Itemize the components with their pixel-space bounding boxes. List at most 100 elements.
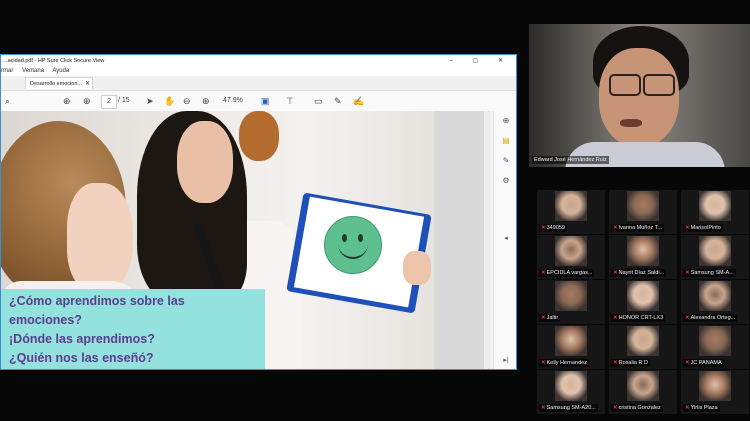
participant-name: ✕HONOR CRT-LX3 xyxy=(611,314,666,322)
participant-tile[interactable]: ✕EPCIDLA vargas... xyxy=(537,235,605,279)
collapse-pane-icon[interactable]: ◂ xyxy=(500,233,512,245)
mic-muted-icon: ✕ xyxy=(613,315,618,321)
participant-tile[interactable]: ✕Jaltir xyxy=(537,280,605,324)
zoom-level[interactable]: 47.9% xyxy=(223,95,243,107)
highlight-tool-icon[interactable]: ✎ xyxy=(500,155,512,167)
mic-muted-icon: ✕ xyxy=(685,270,690,276)
mic-muted-icon: ✕ xyxy=(541,225,546,231)
stamp-icon[interactable]: ⊤ xyxy=(286,95,294,107)
participant-name-text: Samsung SM-A... xyxy=(690,270,734,276)
mic-muted-icon: ✕ xyxy=(685,225,690,231)
girl-face xyxy=(67,183,133,293)
participant-name: ✕EPCIDLA vargas... xyxy=(539,269,595,277)
participant-name: ✕Nayrit Díaz Saldi... xyxy=(611,269,667,277)
settings-tool-icon[interactable]: ⚙ xyxy=(500,175,512,187)
participant-name-text: Keily Hernandez xyxy=(546,360,587,366)
pen-icon[interactable]: ✎ xyxy=(334,95,342,107)
participant-name: ✕Yirlis Plaza xyxy=(683,404,720,412)
participant-video xyxy=(555,326,587,356)
speaker-name: Edward José Hernández Ruiz xyxy=(532,156,609,164)
comment-icon[interactable]: ▭ xyxy=(314,95,323,107)
page-number-input[interactable]: 2 xyxy=(101,95,117,109)
participant-name-text: 349059 xyxy=(546,225,565,231)
window-controls[interactable]: – ▢ ✕ xyxy=(450,55,512,67)
participant-name: ✕349059 xyxy=(539,224,567,232)
question-box: ¿Cómo aprendimos sobre las emociones? ¡D… xyxy=(1,289,265,369)
participant-name-text: JC PANAMA xyxy=(690,360,722,366)
participant-video xyxy=(699,191,731,221)
zoom-in-icon[interactable]: ⊕ xyxy=(202,95,210,107)
vertical-scrollbar[interactable] xyxy=(484,111,490,369)
close-icon[interactable]: ✕ xyxy=(85,78,90,90)
page-gutter xyxy=(434,111,484,369)
meeting-stage: ...acidad.pdf - HP Sure Click Secure Vie… xyxy=(0,0,750,421)
participants-grid: ✕349059 ✕Ivanna Muñoz T... ✕MarisolPinto ✕E… xyxy=(537,190,750,421)
participant-video xyxy=(627,371,659,401)
hand-tool-icon[interactable]: ✋ xyxy=(164,95,175,107)
participant-tile[interactable]: ✕Rosalia R D xyxy=(609,325,677,369)
participant-name-text: Samsung SM-A20... xyxy=(546,405,596,411)
pdf-viewer-window: ...acidad.pdf - HP Sure Click Secure Vie… xyxy=(0,54,517,370)
page-down-icon[interactable]: ⊕ xyxy=(83,95,91,107)
comment-tool-icon[interactable]: ▤ xyxy=(500,135,512,147)
participant-tile[interactable]: ✕cristina Gonzalez xyxy=(609,370,677,414)
participant-name-text: Alexandra Orteg... xyxy=(690,315,736,321)
participant-video xyxy=(699,371,731,401)
participant-tile[interactable]: ✕HONOR CRT-LX3 xyxy=(609,280,677,324)
question-line-4: ¿Quién nos las enseñó? xyxy=(9,351,154,365)
menu-item-ventana[interactable]: Ventana xyxy=(22,68,44,74)
pdf-toolbar: ⌕ ⊕ ⊕ 2 / 15 ➤ ✋ ⊖ ⊕ 47.9% ▣ ⊤ ▭ ✎ ✍ xyxy=(1,91,516,112)
zoom-tool-icon[interactable]: ⊕ xyxy=(500,115,512,127)
participant-tile[interactable]: ✕Keily Hernandez xyxy=(537,325,605,369)
woman-face xyxy=(177,121,233,203)
participant-tile[interactable]: ✕Alexandra Orteg... xyxy=(681,280,749,324)
speaker-mouth xyxy=(620,119,642,127)
participant-name-text: Jaltir xyxy=(546,315,559,321)
speaker-face xyxy=(599,48,679,146)
document-tab-label: Desarrollo emocion... xyxy=(30,81,82,87)
participant-tile[interactable]: ✕Ivanna Muñoz T... xyxy=(609,190,677,234)
search-icon[interactable]: ⌕ xyxy=(5,95,10,107)
smiley-face-icon xyxy=(324,216,382,274)
tools-pane: ⊕ ▤ ✎ ⚙ ◂ ▸| xyxy=(493,111,516,369)
participant-name: ✕Rosalia R D xyxy=(611,359,650,367)
sign-icon[interactable]: ✍ xyxy=(353,95,364,107)
participant-name: ✕Keily Hernandez xyxy=(539,359,589,367)
participant-tile[interactable]: ✕Yirlis Plaza xyxy=(681,370,749,414)
participant-video xyxy=(699,236,731,266)
participant-name: ✕Jaltir xyxy=(539,314,561,322)
slide-page: ¿Cómo aprendimos sobre las emociones? ¡D… xyxy=(1,111,434,369)
participant-tile[interactable]: ✕MarisolPinto xyxy=(681,190,749,234)
participant-name-text: Nayrit Díaz Saldi... xyxy=(618,270,665,276)
participant-tile[interactable]: ✕JC PANAMA xyxy=(681,325,749,369)
participant-tile[interactable]: ✕349059 xyxy=(537,190,605,234)
document-tab[interactable]: Desarrollo emocion... ✕ xyxy=(25,77,93,89)
expand-pane-icon[interactable]: ▸| xyxy=(500,355,512,367)
mic-muted-icon: ✕ xyxy=(541,315,546,321)
glasses-lens xyxy=(643,74,675,96)
participant-tile[interactable]: ✕Nayrit Díaz Saldi... xyxy=(609,235,677,279)
mic-muted-icon: ✕ xyxy=(541,270,546,276)
participant-tile[interactable]: ✕Samsung SM-A... xyxy=(681,235,749,279)
question-line-1: ¿Cómo aprendimos sobre las xyxy=(9,294,185,308)
mic-muted-icon: ✕ xyxy=(613,225,618,231)
participant-name: ✕cristina Gonzalez xyxy=(611,404,663,412)
speaker-video-tile[interactable]: Edward José Hernández Ruiz xyxy=(529,24,750,167)
participant-name-text: EPCIDLA vargas... xyxy=(546,270,593,276)
page-total: / 15 xyxy=(118,97,130,104)
participant-name-text: HONOR CRT-LX3 xyxy=(618,315,664,321)
participant-name: ✕Alexandra Orteg... xyxy=(683,314,738,322)
participant-video xyxy=(699,326,731,356)
select-arrow-icon[interactable]: ➤ xyxy=(146,95,154,107)
page-up-icon[interactable]: ⊕ xyxy=(63,95,71,107)
mic-muted-icon: ✕ xyxy=(613,270,618,276)
menu-item-format[interactable]: rmar xyxy=(1,68,13,74)
menu-item-ayuda[interactable]: Ayuda xyxy=(52,68,69,74)
question-line-2: emociones? xyxy=(9,313,82,327)
zoom-out-icon[interactable]: ⊖ xyxy=(183,95,191,107)
participant-video xyxy=(627,281,659,311)
participant-video xyxy=(555,281,587,311)
participant-tile[interactable]: ✕Samsung SM-A20... xyxy=(537,370,605,414)
participant-video xyxy=(555,191,587,221)
fit-page-icon[interactable]: ▣ xyxy=(261,95,270,107)
